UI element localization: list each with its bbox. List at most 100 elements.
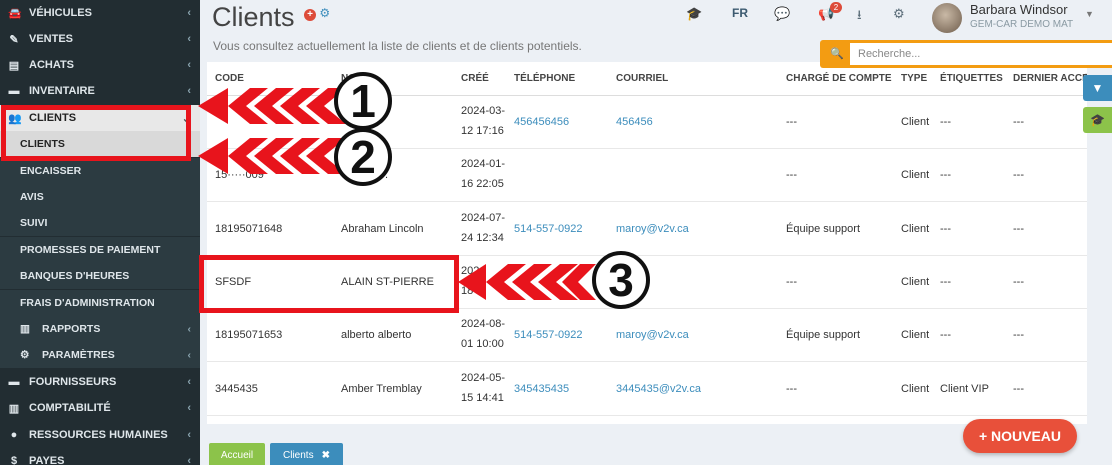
cell-tags: --- <box>940 222 951 235</box>
table-row[interactable]: 3445435 Amber Tremblay 345435435 3445435@v2… <box>207 363 1087 416</box>
chevron-down-icon: ▼ <box>1085 9 1094 19</box>
tab-clients-label: Clients <box>283 449 314 461</box>
chevron-left-icon: ‹ <box>187 349 192 361</box>
sidebar-subitem-avis[interactable]: AVIS <box>0 184 200 210</box>
cell-created-date: 2024-01- <box>461 158 506 171</box>
cell-phone[interactable]: 514-557-0922 <box>514 329 583 341</box>
sidebar-subitem-label: PROMESSES DE PAIEMENT <box>20 244 161 256</box>
cell-name: Amber Tremblay <box>341 382 422 395</box>
truck-icon: ▬ <box>8 376 20 388</box>
cell-created-date: 2024-07- <box>461 211 506 224</box>
cell-email[interactable]: 3445435@v2v.ca <box>616 383 701 395</box>
annotation-number-2: 2 <box>334 128 392 186</box>
sidebar-subitem-encaisser[interactable]: ENCAISSER <box>0 158 200 184</box>
gear-icon[interactable]: ⚙ <box>319 6 330 20</box>
tab-clients[interactable]: Clients ✖ <box>270 443 343 465</box>
graduation-cap-icon: 🎓 <box>1090 113 1105 127</box>
card-icon: ▤ <box>8 59 20 72</box>
sidebar-item-label: VENTES <box>29 33 74 45</box>
cell-phone[interactable]: 456456456 <box>514 116 569 128</box>
tab-accueil[interactable]: Accueil <box>209 443 265 465</box>
cell-account-manager: --- <box>786 116 797 128</box>
column-header-tags[interactable]: ÉTIQUETTES <box>940 73 1003 84</box>
chevron-left-icon: ‹ <box>187 33 191 45</box>
gear-icon: ⚙ <box>20 349 30 361</box>
cell-account-manager: Équipe support <box>786 222 860 235</box>
chat-icon[interactable]: 💬 <box>774 6 790 22</box>
cell-phone[interactable]: 345435435 <box>514 383 569 395</box>
sidebar-item-label: ACHATS <box>29 59 75 71</box>
user-icon: ● <box>10 429 18 441</box>
cell-tags: --- <box>940 169 951 182</box>
column-header-email[interactable]: COURRIEL <box>616 73 668 84</box>
cell-type: Client <box>901 275 930 288</box>
notifications-icon[interactable]: 📢 2 <box>818 2 843 22</box>
filter-icon: ▼ <box>1091 81 1104 95</box>
annotation-highlight-clients-menu <box>1 105 191 161</box>
search-input[interactable] <box>850 43 1112 65</box>
close-icon[interactable]: ✖ <box>322 450 330 461</box>
column-header-created[interactable]: CRÉÉ <box>461 73 489 84</box>
chevron-left-icon: ‹ <box>187 402 191 414</box>
title-actions: + ⚙ <box>304 6 330 21</box>
cell-last-access: --- <box>1013 275 1024 288</box>
sidebar-item-ressources-humaines[interactable]: ● RESSOURCES HUMAINES ‹ <box>0 422 200 448</box>
sidebar-subitem-banques-heures[interactable]: BANQUES D'HEURES <box>0 263 200 289</box>
column-header-account-manager[interactable]: CHARGÉ DE COMPTE <box>786 73 892 84</box>
sidebar-item-achats[interactable]: ▤ ACHATS ‹ <box>0 52 200 78</box>
sidebar-item-ventes[interactable]: ✎ VENTES ‹ <box>0 26 200 52</box>
cell-type: Client <box>901 382 930 395</box>
graduation-cap-icon[interactable]: 🎓 <box>686 6 702 22</box>
page-subtitle: Vous consultez actuellement la liste de … <box>213 39 582 53</box>
chevron-left-icon: ‹ <box>187 455 191 465</box>
cell-last-access: --- <box>1013 222 1024 235</box>
sidebar-item-vehicules[interactable]: 🚘 VÉHICULES ‹ <box>0 0 200 26</box>
column-header-type[interactable]: TYPE <box>901 73 927 84</box>
column-header-last-access[interactable]: DERNIER ACCÈS <box>1013 73 1087 84</box>
annotation-number-3: 3 <box>592 251 650 309</box>
table-row[interactable]: 18195071653 alberto alberto 514-557-0922 ma… <box>207 309 1087 363</box>
download-icon[interactable]: ⭳ <box>857 6 862 28</box>
cell-account-manager: --- <box>786 382 797 395</box>
cell-account-manager: --- <box>786 169 797 182</box>
new-client-button[interactable]: + NOUVEAU <box>963 419 1077 453</box>
table-row[interactable]: 18195071648 Abraham Lincoln 514-557-0922 ma… <box>207 203 1087 256</box>
chevron-left-icon: ‹ <box>187 429 191 441</box>
cell-last-access: --- <box>1013 329 1024 342</box>
cell-account-manager: Équipe support <box>786 329 860 342</box>
cell-type: Client <box>901 222 930 235</box>
cell-name: Abraham Lincoln <box>341 222 424 235</box>
cell-email[interactable]: maroy@v2v.ca <box>616 329 689 341</box>
user-menu[interactable]: Barbara Windsor GEM-CAR DEMO MAT ▼ <box>932 1 1112 35</box>
chevron-left-icon: ‹ <box>187 85 191 97</box>
sidebar-item-inventaire[interactable]: ▬ INVENTAIRE ‹ <box>0 78 200 104</box>
column-header-phone[interactable]: TÉLÉPHONE <box>514 73 575 84</box>
filter-button[interactable]: ▼ <box>1083 75 1112 101</box>
cell-email[interactable]: 456456 <box>616 116 653 128</box>
chevron-left-icon: ‹ <box>187 7 191 19</box>
sidebar-item-payes[interactable]: $ PAYES ‹ <box>0 448 200 465</box>
cell-created-time: 12 17:16 <box>461 125 504 137</box>
page-title: Clients <box>212 2 295 32</box>
sidebar-subitem-suivi[interactable]: SUIVI <box>0 210 200 236</box>
sidebar-item-comptabilite[interactable]: ▥ COMPTABILITÉ ‹ <box>0 395 200 421</box>
sidebar-item-fournisseurs[interactable]: ▬ FOURNISSEURS ‹ <box>0 369 200 395</box>
training-button[interactable]: 🎓 <box>1083 107 1112 133</box>
app-window: 🚘 VÉHICULES ‹ ✎ VENTES ‹ ▤ ACHATS ‹ ▬ IN… <box>0 0 1112 465</box>
bar-chart-icon: ▥ <box>8 402 20 415</box>
add-circle-icon[interactable]: + <box>304 9 316 21</box>
notification-badge: 2 <box>829 2 843 13</box>
sidebar-subitem-label: PARAMÈTRES <box>42 349 115 361</box>
language-switch[interactable]: FR <box>732 6 748 20</box>
truck-icon: ▬ <box>8 85 20 97</box>
sidebar: 🚘 VÉHICULES ‹ ✎ VENTES ‹ ▤ ACHATS ‹ ▬ IN… <box>0 0 200 465</box>
cell-phone[interactable]: 514-557-0922 <box>514 223 583 235</box>
settings-icon[interactable]: ⚙ <box>893 6 905 22</box>
sidebar-subitem-promesses[interactable]: PROMESSES DE PAIEMENT <box>0 237 200 263</box>
sidebar-subitem-frais-admin[interactable]: FRAIS D'ADMINISTRATION <box>0 290 200 316</box>
cell-email[interactable]: maroy@v2v.ca <box>616 223 689 235</box>
sidebar-subitem-rapports[interactable]: ▥ RAPPORTS ‹ <box>0 316 200 342</box>
cell-code: 3445435 <box>215 382 258 395</box>
sidebar-item-label: PAYES <box>29 455 65 465</box>
sidebar-subitem-parametres[interactable]: ⚙ PARAMÈTRES ‹ <box>0 342 200 368</box>
